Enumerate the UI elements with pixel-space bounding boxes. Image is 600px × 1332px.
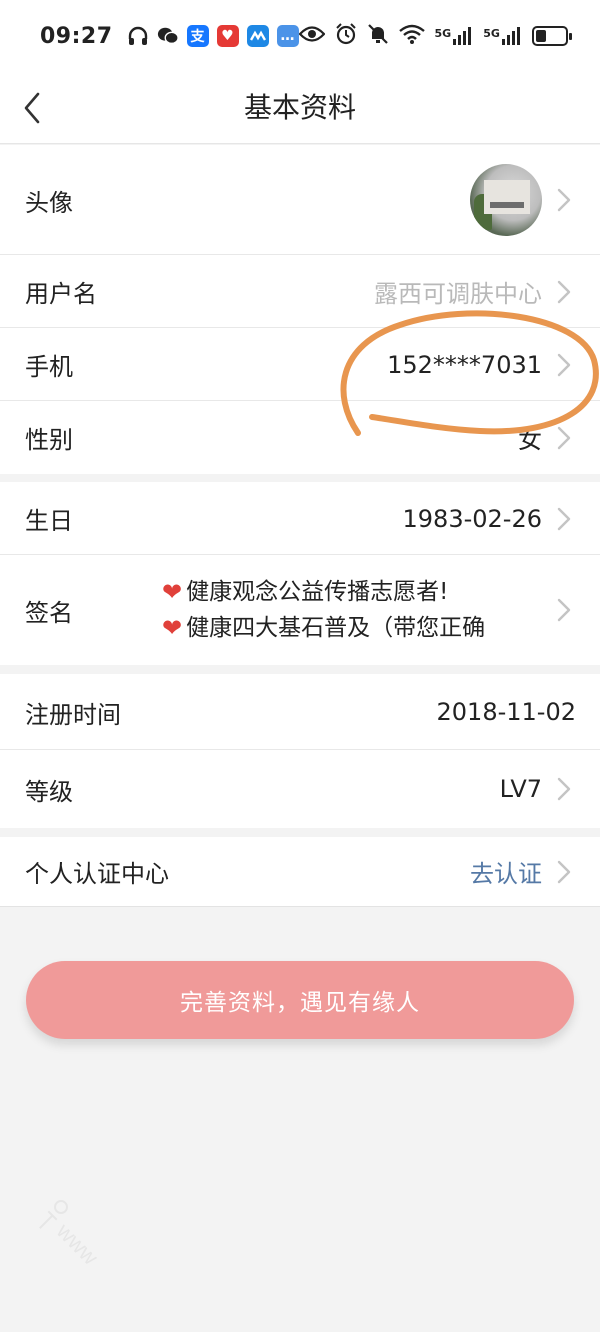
signature-line: ❤ 健康四大基石普及（带您正确 bbox=[162, 613, 532, 643]
eye-icon bbox=[298, 25, 326, 47]
row-registered: 注册时间 2018-11-02 bbox=[0, 674, 600, 750]
chevron-right-icon bbox=[557, 188, 571, 212]
network-type-label: 5G bbox=[483, 27, 500, 40]
headphones-icon bbox=[127, 25, 149, 47]
avatar-sign bbox=[490, 202, 524, 208]
red-heart-app-icon: ♥ bbox=[216, 25, 239, 47]
watermark-logo: www bbox=[0, 1187, 139, 1332]
phone-value: 152****7031 bbox=[387, 350, 542, 379]
registered-value: 2018-11-02 bbox=[436, 698, 576, 726]
complete-profile-button[interactable]: 完善资料，遇见有缘人 bbox=[26, 961, 574, 1039]
alarm-icon bbox=[335, 23, 357, 49]
battery-icon bbox=[531, 26, 572, 46]
username-value: 露西可调肤中心 bbox=[374, 280, 542, 308]
row-gender[interactable]: 性别 女 bbox=[0, 401, 600, 474]
status-bar-left: 09:27 支 ♥ … bbox=[40, 24, 299, 49]
svg-text:www: www bbox=[51, 1218, 103, 1270]
network-type-label: 5G bbox=[434, 27, 452, 40]
avatar[interactable] bbox=[470, 164, 542, 236]
username-label: 用户名 bbox=[25, 280, 97, 308]
chevron-right-icon bbox=[557, 507, 571, 530]
level-label: 等级 bbox=[25, 777, 73, 806]
row-verification[interactable]: 个人认证中心 去认证 bbox=[0, 837, 600, 907]
message-bubble-icon: … bbox=[276, 25, 299, 47]
red-heart-icon: ❤ bbox=[162, 578, 183, 606]
signature-line-text: 健康观念公益传播志愿者! bbox=[186, 579, 449, 605]
chevron-right-icon bbox=[557, 280, 571, 303]
chevron-right-icon bbox=[557, 353, 571, 376]
red-heart-icon: ❤ bbox=[162, 614, 183, 642]
registered-label: 注册时间 bbox=[25, 700, 121, 729]
gender-value: 女 bbox=[518, 426, 542, 454]
verification-label: 个人认证中心 bbox=[25, 860, 169, 888]
birthday-label: 生日 bbox=[25, 507, 73, 535]
row-birthday[interactable]: 生日 1983-02-26 bbox=[0, 482, 600, 555]
status-bar-right: 5G 5G bbox=[298, 23, 572, 49]
row-signature[interactable]: 签名 ❤ 健康观念公益传播志愿者! ❤ 健康四大基石普及（带您正确 bbox=[0, 555, 600, 665]
signature-text: ❤ 健康观念公益传播志愿者! ❤ 健康四大基石普及（带您正确 bbox=[162, 555, 532, 665]
phone-label: 手机 bbox=[25, 353, 73, 381]
chevron-right-icon bbox=[557, 426, 571, 449]
row-phone[interactable]: 手机 152****7031 bbox=[0, 328, 600, 401]
signature-line-text: 健康四大基石普及（带您正确 bbox=[186, 615, 486, 641]
signal-5g-icon-2: 5G bbox=[483, 27, 522, 45]
avatar-label: 头像 bbox=[25, 188, 73, 217]
battery-level bbox=[535, 30, 546, 42]
signature-label: 签名 bbox=[25, 598, 73, 627]
chevron-right-icon bbox=[557, 598, 571, 622]
wifi-icon bbox=[398, 24, 425, 48]
blue-app-icon bbox=[246, 25, 269, 47]
signal-5g-icon: 5G bbox=[435, 27, 474, 45]
alipay-icon: 支 bbox=[186, 25, 209, 47]
gender-label: 性别 bbox=[25, 426, 73, 454]
birthday-value: 1983-02-26 bbox=[402, 504, 542, 533]
verify-link[interactable]: 去认证 bbox=[470, 837, 542, 906]
status-bar: 09:27 支 ♥ … 5G 5G bbox=[0, 0, 600, 72]
chevron-right-icon bbox=[557, 860, 571, 883]
chevron-right-icon bbox=[557, 777, 571, 801]
row-avatar[interactable]: 头像 bbox=[0, 145, 600, 255]
mute-bell-icon bbox=[367, 23, 389, 49]
wechat-icon bbox=[157, 25, 179, 47]
signature-line: ❤ 健康观念公益传播志愿者! bbox=[162, 577, 532, 607]
page-title: 基本资料 bbox=[243, 91, 356, 124]
level-value: LV7 bbox=[499, 775, 542, 803]
row-level[interactable]: 等级 LV7 bbox=[0, 750, 600, 828]
page-header: 基本资料 bbox=[0, 72, 600, 144]
status-time: 09:27 bbox=[40, 23, 113, 49]
row-username[interactable]: 用户名 露西可调肤中心 bbox=[0, 255, 600, 328]
avatar-building bbox=[484, 180, 530, 214]
